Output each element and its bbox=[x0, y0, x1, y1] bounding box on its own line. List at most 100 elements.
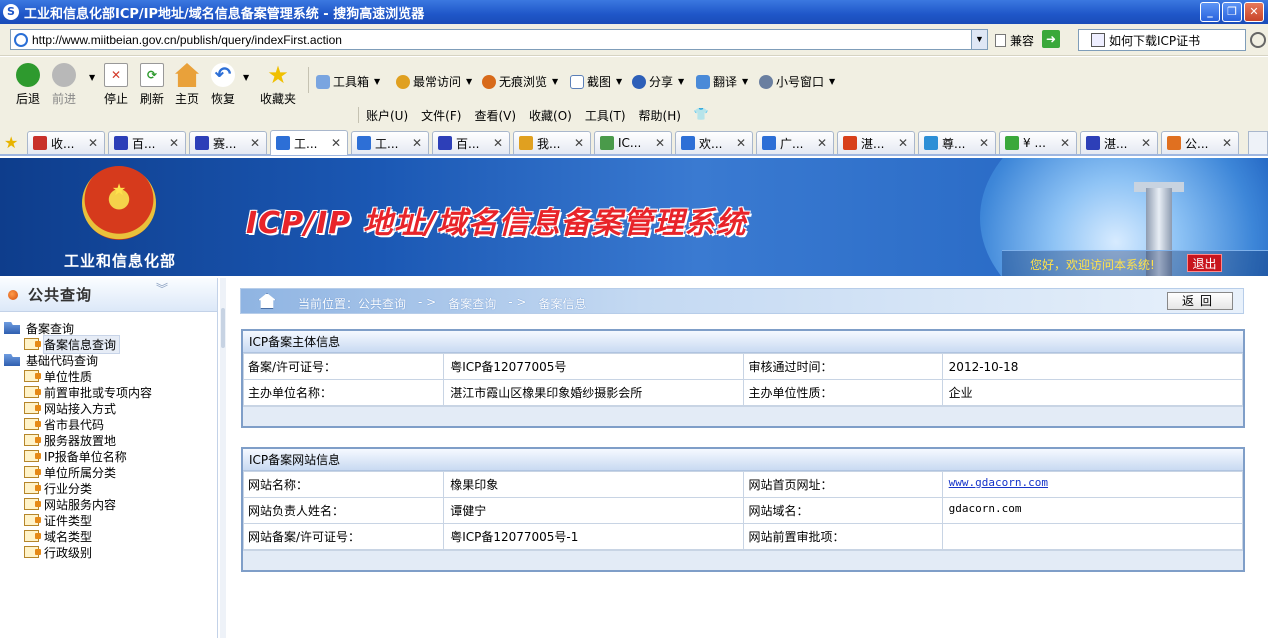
browser-tab[interactable]: 百... ✕ bbox=[108, 131, 186, 154]
collapse-chevron-icon[interactable]: ︾ bbox=[156, 283, 168, 295]
back-return-button[interactable]: 返回 bbox=[1167, 292, 1233, 310]
tab-close-icon[interactable]: ✕ bbox=[167, 136, 181, 150]
browser-tab[interactable]: 湛... ✕ bbox=[837, 131, 915, 154]
tab-close-icon[interactable]: ✕ bbox=[1058, 136, 1072, 150]
tree-item[interactable]: 网站接入方式 bbox=[4, 400, 152, 416]
refresh-icon: ⟳ bbox=[140, 63, 164, 87]
menu-account[interactable]: 账户(U) bbox=[366, 107, 408, 124]
secondary-window-button[interactable]: 小号窗口 ▼ bbox=[759, 73, 835, 90]
close-button[interactable]: ✕ bbox=[1244, 2, 1264, 22]
browser-tab[interactable]: ¥ ... ✕ bbox=[999, 131, 1077, 154]
screenshot-icon bbox=[570, 74, 584, 89]
website-homepage-link[interactable]: www.gdacorn.com bbox=[949, 476, 1048, 489]
website-info-panel: ICP备案网站信息 网站名称： 橡果印象 网站首页网址： www.gdacorn… bbox=[241, 447, 1245, 572]
search-icon[interactable] bbox=[1250, 32, 1266, 48]
table-row: 备案/许可证号： 粤ICP备12077005号 审核通过时间： 2012-10-… bbox=[242, 353, 1244, 380]
back-button[interactable]: 后退 bbox=[11, 63, 45, 107]
forward-dropdown-icon[interactable]: ▼ bbox=[89, 73, 95, 82]
stop-button[interactable]: ✕ 停止 bbox=[99, 63, 133, 107]
browser-tab[interactable]: 收... ✕ bbox=[27, 131, 105, 154]
browser-tab[interactable]: 工... ✕ bbox=[270, 130, 348, 155]
tree-item[interactable]: 省市县代码 bbox=[4, 416, 152, 432]
tab-close-icon[interactable]: ✕ bbox=[248, 136, 262, 150]
compat-mode-button[interactable]: 兼容 bbox=[995, 32, 1034, 49]
browser-tab[interactable]: 赛... ✕ bbox=[189, 131, 267, 154]
tab-close-icon[interactable]: ✕ bbox=[1139, 136, 1153, 150]
subject-info-panel: ICP备案主体信息 备案/许可证号： 粤ICP备12077005号 审核通过时间… bbox=[241, 329, 1245, 428]
toolbox-button[interactable]: 工具箱 ▼ bbox=[316, 73, 380, 90]
tree-item[interactable]: 行业分类 bbox=[4, 480, 152, 496]
home-button[interactable]: 主页 bbox=[170, 63, 204, 107]
tree-item-label: 域名类型 bbox=[44, 529, 93, 544]
skin-icon[interactable]: 👕 bbox=[694, 107, 709, 124]
tree-item[interactable]: 证件类型 bbox=[4, 512, 152, 528]
sidebar-splitter[interactable] bbox=[220, 278, 226, 638]
tree-item[interactable]: 网站服务内容 bbox=[4, 496, 152, 512]
most-visited-button[interactable]: 最常访问 ▼ bbox=[396, 73, 472, 90]
tab-close-icon[interactable]: ✕ bbox=[815, 136, 829, 150]
browser-tab[interactable]: 广... ✕ bbox=[756, 131, 834, 154]
browser-tab[interactable]: 公... ✕ bbox=[1161, 131, 1239, 154]
tab-label: 我... bbox=[537, 136, 561, 151]
tab-close-icon[interactable]: ✕ bbox=[86, 136, 100, 150]
browser-tab[interactable]: 尊... ✕ bbox=[918, 131, 996, 154]
tab-close-icon[interactable]: ✕ bbox=[977, 136, 991, 150]
menu-file[interactable]: 文件(F) bbox=[421, 107, 461, 124]
tab-label: 欢... bbox=[699, 136, 723, 151]
tree-group[interactable]: 备案查询 bbox=[4, 320, 152, 336]
tree-group[interactable]: 基础代码查询 bbox=[4, 352, 152, 368]
maximize-button[interactable]: ❐ bbox=[1222, 2, 1242, 22]
tree-item[interactable]: 单位所属分类 bbox=[4, 464, 152, 480]
document-edit-icon bbox=[24, 434, 41, 446]
tab-label: 公... bbox=[1185, 136, 1209, 151]
url-dropdown-button[interactable]: ▼ bbox=[971, 30, 987, 49]
tab-close-icon[interactable]: ✕ bbox=[329, 136, 343, 150]
browser-tab[interactable]: IC... ✕ bbox=[594, 131, 672, 154]
browser-tab[interactable]: 工... ✕ bbox=[351, 131, 429, 154]
forward-button[interactable]: 前进 bbox=[47, 63, 81, 107]
tab-close-icon[interactable]: ✕ bbox=[896, 136, 910, 150]
menu-tools[interactable]: 工具(T) bbox=[585, 107, 626, 124]
tree-item[interactable]: IP报备单位名称 bbox=[4, 448, 152, 464]
menu-favorites[interactable]: 收藏(O) bbox=[529, 107, 572, 124]
go-button[interactable]: ➜ bbox=[1042, 30, 1060, 48]
tab-close-icon[interactable]: ✕ bbox=[734, 136, 748, 150]
tab-close-icon[interactable]: ✕ bbox=[410, 136, 424, 150]
browser-tab[interactable]: 我... ✕ bbox=[513, 131, 591, 154]
browser-tab[interactable]: 湛... ✕ bbox=[1080, 131, 1158, 154]
tab-close-icon[interactable]: ✕ bbox=[572, 136, 586, 150]
menu-help[interactable]: 帮助(H) bbox=[639, 107, 681, 124]
private-browsing-button[interactable]: 无痕浏览 ▼ bbox=[482, 73, 558, 90]
breadcrumb: 当前位置：公共查询 - > 备案查询 - > 备案信息 bbox=[240, 288, 1244, 314]
favorites-star-icon[interactable]: ★ bbox=[4, 133, 18, 152]
restore-button[interactable]: ↶ 恢复 bbox=[206, 63, 240, 107]
home-icon[interactable] bbox=[258, 293, 276, 309]
minimize-button[interactable]: _ bbox=[1200, 2, 1220, 22]
share-icon bbox=[632, 74, 646, 89]
new-tab-button[interactable] bbox=[1248, 131, 1268, 154]
tree-item[interactable]: 前置审批或专项内容 bbox=[4, 384, 152, 400]
tree-item[interactable]: 服务器放置地 bbox=[4, 432, 152, 448]
translate-button[interactable]: 翻译 ▼ bbox=[696, 73, 748, 90]
url-input[interactable]: http://www.miitbeian.gov.cn/publish/quer… bbox=[10, 29, 988, 50]
tree-item[interactable]: 域名类型 bbox=[4, 528, 152, 544]
welcome-message: 您好，欢迎访问本系统! bbox=[1030, 258, 1155, 272]
search-input[interactable]: 如何下载ICP证书 bbox=[1078, 29, 1246, 51]
tab-close-icon[interactable]: ✕ bbox=[491, 136, 505, 150]
sidebar-header: 公共查询 ︾ bbox=[0, 278, 217, 312]
browser-tab[interactable]: 欢... ✕ bbox=[675, 131, 753, 154]
restore-dropdown-icon[interactable]: ▼ bbox=[243, 73, 249, 82]
logout-button[interactable]: 退出 bbox=[1187, 254, 1222, 272]
browser-tab[interactable]: 百... ✕ bbox=[432, 131, 510, 154]
sidebar: 公共查询 ︾ 备案查询 备案信息查询 基础代码查询 单位性质 前置审批或专项内容 网站接入… bbox=[0, 278, 218, 638]
refresh-button[interactable]: ⟳ 刷新 bbox=[135, 63, 169, 107]
tab-close-icon[interactable]: ✕ bbox=[1220, 136, 1234, 150]
tree-item[interactable]: 备案信息查询 bbox=[4, 334, 152, 354]
tab-close-icon[interactable]: ✕ bbox=[653, 136, 667, 150]
favorites-button[interactable]: ★ 收藏夹 bbox=[260, 63, 296, 107]
tree-item[interactable]: 单位性质 bbox=[4, 368, 152, 384]
screenshot-button[interactable]: 截图 ▼ bbox=[570, 73, 622, 90]
menu-view[interactable]: 查看(V) bbox=[474, 107, 516, 124]
share-button[interactable]: 分享 ▼ bbox=[632, 73, 684, 90]
tree-item[interactable]: 行政级别 bbox=[4, 544, 152, 560]
